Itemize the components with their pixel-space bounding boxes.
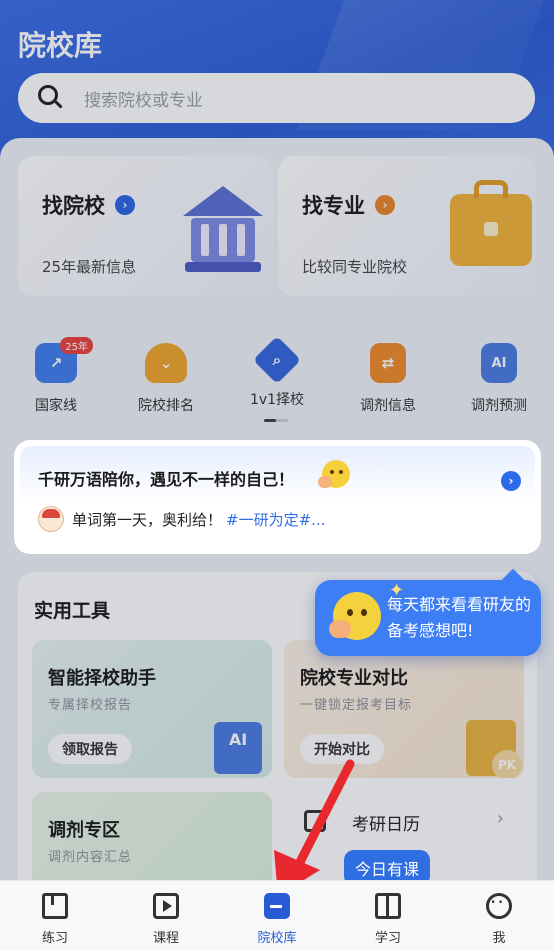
find-school-label: 找院校 (42, 194, 105, 218)
tab-label: 院校库 (257, 931, 297, 946)
shortcut-label: 调剂信息 (360, 398, 416, 414)
post-title: 千研万语陪你，遇见不一样的自己！ (38, 470, 295, 489)
post-text: 单词第一天，奥利给！ (72, 510, 223, 529)
shortcut-label: 国家线 (35, 398, 77, 414)
tool-subtitle: 专属择校报告 (48, 698, 133, 713)
trend-chart-icon: ↗ 25年 (35, 337, 93, 383)
tool-subtitle: 一键锁定报考目标 (300, 698, 413, 713)
shortcut-adjustment-forecast[interactable]: AI 调剂预测 (449, 343, 549, 415)
chevron-right-icon: › (115, 195, 135, 215)
open-book-icon (375, 893, 401, 919)
find-school-title: 找院校 › (42, 190, 135, 220)
shortcut-adjustment-info[interactable]: ⇄ 调剂信息 (338, 343, 438, 415)
shortcut-1v1-selection[interactable]: ⌕ 1v1择校 (227, 335, 327, 409)
tab-me[interactable]: 我 (444, 889, 554, 946)
search-diamond-icon: ⌕ (252, 335, 302, 385)
shortcut-school-ranking[interactable]: ⌄ 院校排名 (116, 343, 216, 415)
chat-face-icon (486, 890, 512, 919)
find-major-card[interactable]: 找专业 › 比较同专业院校 (278, 156, 536, 296)
find-school-subtitle: 25年最新信息 (42, 258, 137, 276)
shortcut-label: 1v1择校 (249, 392, 305, 408)
find-major-title: 找专业 › (302, 190, 395, 220)
post-hashtag[interactable]: #一研为定#... (226, 509, 325, 530)
annotation-arrow-icon (274, 759, 355, 896)
find-major-subtitle: 比较同专业院校 (302, 258, 408, 276)
tool-title: 院校专业对比 (300, 668, 408, 689)
video-play-icon (153, 893, 179, 919)
tab-courses[interactable]: 课程 (111, 889, 221, 946)
shortcut-label: 院校排名 (138, 398, 194, 414)
tip-bubble[interactable]: ✦ 每天都来看看研友的备考感想吧! (315, 568, 541, 656)
tab-label: 我 (492, 931, 506, 946)
bank-illustration-icon (183, 186, 263, 276)
tab-label: 练习 (41, 931, 68, 946)
practice-book-icon (42, 893, 68, 919)
search-placeholder: 搜索院校或专业 (84, 90, 203, 111)
tool-title: 调剂专区 (48, 820, 120, 841)
featured-post-card[interactable]: 千研万语陪你，遇见不一样的自己！ › 单词第一天，奥利给！ #一研为定#... (14, 440, 541, 554)
calendar-label: 考研日历 (352, 815, 420, 835)
search-input[interactable]: 搜索院校或专业 (18, 73, 535, 123)
tab-label: 学习 (374, 931, 401, 946)
thinking-emoji-icon: ✦ (329, 580, 404, 646)
tab-label: 课程 (152, 931, 179, 946)
ai-illustration-icon: AI (214, 722, 262, 774)
tab-study[interactable]: 学习 (333, 889, 443, 946)
tab-school-library[interactable]: 院校库 (222, 889, 332, 946)
avatar[interactable] (38, 506, 64, 532)
shortcut-label: 调剂预测 (471, 398, 527, 414)
tab-practice[interactable]: 练习 (0, 889, 110, 946)
bottom-tab-bar: 练习 课程 院校库 学习 我 (0, 880, 554, 951)
tool-title: 智能择校助手 (48, 668, 156, 689)
shortcut-national-line[interactable]: ↗ 25年 国家线 (6, 337, 106, 415)
post-author-row: 单词第一天，奥利给！ #一研为定#... (38, 506, 325, 532)
tools-title: 实用工具 (34, 600, 111, 622)
page-title: 院校库 (18, 29, 103, 62)
bubble-text: 每天都来看看研友的备考感想吧! (387, 595, 532, 640)
school-folder-icon (264, 893, 290, 919)
get-report-button[interactable]: 领取报告 (48, 734, 132, 764)
thinking-emoji-icon (318, 460, 352, 492)
post-inner: 千研万语陪你，遇见不一样的自己！ › 单词第一天，奥利给！ #一研为定#... (20, 446, 535, 548)
chevron-right-icon: › (375, 195, 395, 215)
search-icon (38, 85, 64, 111)
briefcase-illustration-icon (450, 180, 532, 266)
document-swap-icon: ⇄ (370, 343, 406, 383)
pk-illustration-icon: PK (466, 720, 522, 778)
new-year-badge: 25年 (60, 337, 93, 354)
find-school-card[interactable]: 找院校 › 25年最新信息 (18, 156, 273, 296)
chevron-right-icon[interactable]: › (501, 471, 521, 491)
smart-selection-card[interactable]: 智能择校助手 专属择校报告 领取报告 AI (32, 640, 272, 778)
chevron-right-icon: › (496, 808, 504, 829)
find-major-label: 找专业 (302, 194, 365, 218)
trophy-icon: ⌄ (145, 343, 187, 383)
scroll-indicator (264, 419, 288, 422)
ai-document-icon: AI (481, 343, 517, 383)
tool-subtitle: 调剂内容汇总 (48, 850, 133, 865)
shortcut-row: ↗ 25年 国家线 ⌄ 院校排名 ⌕ 1v1择校 ⇄ 调剂信息 AI 调剂预测 (0, 335, 554, 423)
